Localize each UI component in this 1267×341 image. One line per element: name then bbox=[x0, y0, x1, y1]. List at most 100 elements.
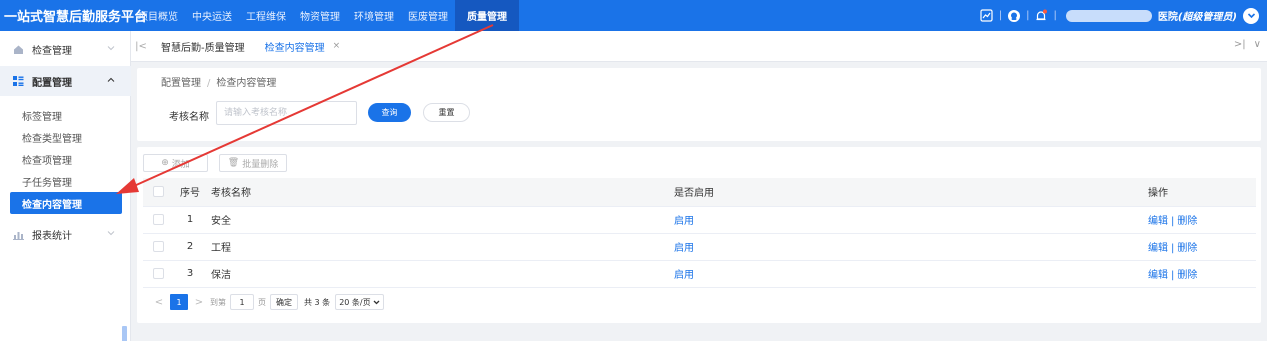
table-panel: ⊕ 添加 🗑 批量删除 序号 考核名称 是否启用 操作 1 安全 启用 编辑 | 删除 bbox=[137, 147, 1261, 323]
goto-prefix: 到第 bbox=[210, 297, 226, 307]
topnav-item-environment[interactable]: 环境管理 bbox=[347, 0, 401, 31]
add-label: 添加 bbox=[171, 159, 190, 170]
page-number-current[interactable]: 1 bbox=[170, 294, 188, 310]
edit-link[interactable]: 编辑 bbox=[1148, 243, 1168, 254]
table-header-row: 序号 考核名称 是否启用 操作 bbox=[143, 178, 1256, 207]
enabled-link[interactable]: 启用 bbox=[674, 216, 694, 227]
tab-quality-home[interactable]: 智慧后勤-质量管理 bbox=[151, 31, 255, 62]
pagination: < 1 > 到第 页 确定 共 3 条 20 条/页 bbox=[152, 294, 385, 310]
batch-delete-label: 批量删除 bbox=[242, 159, 279, 170]
tab-prev-icon[interactable]: |< bbox=[131, 41, 151, 52]
row-enabled-cell: 启用 bbox=[674, 233, 1148, 261]
user-name-redacted bbox=[1065, 9, 1152, 22]
user-org: 医院 bbox=[1157, 12, 1178, 23]
assessment-name-label: 考核名称 bbox=[169, 112, 209, 123]
query-button[interactable]: 查询 bbox=[368, 103, 411, 122]
table-row: 2 工程 启用 编辑 | 删除 bbox=[143, 233, 1256, 261]
topnav-item-quality[interactable]: 质量管理 bbox=[455, 0, 519, 31]
breadcrumb: 配置管理 / 检查内容管理 bbox=[161, 74, 276, 89]
delete-link[interactable]: 删除 bbox=[1177, 270, 1197, 281]
page-size-select[interactable]: 20 条/页 bbox=[335, 294, 385, 310]
breadcrumb-item-current: 检查内容管理 bbox=[216, 78, 277, 89]
chevron-down-icon bbox=[107, 46, 115, 51]
goto-confirm-button[interactable]: 确定 bbox=[270, 294, 298, 310]
bar-chart-icon bbox=[12, 228, 24, 240]
chart-icon[interactable] bbox=[980, 9, 994, 23]
enabled-link[interactable]: 启用 bbox=[674, 243, 694, 254]
edit-link[interactable]: 编辑 bbox=[1148, 270, 1168, 281]
add-button[interactable]: ⊕ 添加 bbox=[143, 154, 208, 172]
topnav-item-engineering[interactable]: 工程维保 bbox=[239, 0, 293, 31]
row-name: 安全 bbox=[205, 206, 674, 234]
prev-page-icon[interactable]: < bbox=[152, 297, 166, 308]
sidebar-item-subtasks[interactable]: 子任务管理 bbox=[0, 170, 131, 192]
user-name[interactable]: 医院(超级管理员) bbox=[1158, 8, 1237, 23]
row-actions: 编辑 | 删除 bbox=[1148, 206, 1256, 234]
row-actions: 编辑 | 删除 bbox=[1148, 260, 1256, 288]
delete-link[interactable]: 删除 bbox=[1177, 216, 1197, 227]
chevron-down-icon[interactable] bbox=[1243, 7, 1259, 24]
grid-icon bbox=[12, 75, 24, 87]
user-role: (超级管理员) bbox=[1177, 12, 1237, 23]
divider: | bbox=[1026, 10, 1030, 21]
top-right-tools: | | | 医院(超级管理员) bbox=[980, 0, 1267, 31]
headset-icon[interactable] bbox=[1007, 9, 1021, 23]
select-all-checkbox[interactable] bbox=[153, 186, 164, 198]
sidebar-scrollbar[interactable] bbox=[122, 326, 127, 341]
sidebar-group-label: 检查管理 bbox=[32, 45, 72, 57]
topnav-item-overview[interactable]: 项目概览 bbox=[131, 0, 185, 31]
bell-icon[interactable] bbox=[1034, 9, 1048, 23]
tabs-bar: |< 智慧后勤-质量管理 检查内容管理 × >| ∨ bbox=[131, 31, 1267, 62]
enabled-link[interactable]: 启用 bbox=[674, 270, 694, 281]
sidebar-group-inspection[interactable]: 检查管理 bbox=[0, 34, 131, 64]
row-enabled-cell: 启用 bbox=[674, 206, 1148, 234]
sidebar-item-tags[interactable]: 标签管理 bbox=[0, 104, 131, 126]
next-page-icon[interactable]: > bbox=[192, 297, 206, 308]
row-checkbox-cell bbox=[143, 233, 175, 261]
plus-circle-icon: ⊕ bbox=[161, 158, 169, 168]
page-size-value: 20 条/页 bbox=[339, 297, 371, 307]
reset-button[interactable]: 重置 bbox=[423, 103, 470, 122]
goto-page-input[interactable] bbox=[230, 294, 254, 310]
sidebar-item-inspection-items[interactable]: 检查项管理 bbox=[0, 148, 131, 170]
sidebar-group-config[interactable]: 配置管理 bbox=[0, 66, 131, 96]
sidebar-group-label: 报表统计 bbox=[32, 230, 72, 242]
divider: | bbox=[998, 10, 1003, 21]
header-enabled: 是否启用 bbox=[674, 178, 1148, 207]
row-actions: 编辑 | 删除 bbox=[1148, 233, 1256, 261]
home-icon bbox=[12, 43, 24, 55]
breadcrumb-separator: / bbox=[207, 78, 211, 89]
total-count: 共 3 条 bbox=[304, 297, 331, 307]
divider: | bbox=[1053, 10, 1057, 21]
assessment-name-input[interactable] bbox=[216, 101, 357, 125]
chevron-down-icon bbox=[373, 300, 380, 304]
batch-delete-button[interactable]: 🗑 批量删除 bbox=[219, 154, 287, 172]
actions-separator: | bbox=[1171, 270, 1175, 281]
row-checkbox[interactable] bbox=[153, 241, 164, 252]
sidebar-item-inspection-types[interactable]: 检查类型管理 bbox=[0, 126, 131, 148]
tab-label: 检查内容管理 bbox=[264, 42, 325, 54]
edit-link[interactable]: 编辑 bbox=[1148, 216, 1168, 227]
top-nav: 项目概览 中央运送 工程维保 物资管理 环境管理 医废管理 质量管理 bbox=[131, 0, 519, 31]
chevron-down-icon bbox=[107, 231, 115, 236]
topnav-item-transport[interactable]: 中央运送 bbox=[185, 0, 239, 31]
delete-link[interactable]: 删除 bbox=[1177, 243, 1197, 254]
row-index: 3 bbox=[175, 260, 205, 288]
row-name: 工程 bbox=[205, 233, 674, 261]
row-checkbox[interactable] bbox=[153, 268, 164, 279]
close-icon[interactable]: × bbox=[333, 41, 341, 51]
row-name: 保洁 bbox=[205, 260, 674, 288]
tab-expand-icon[interactable]: ∨ bbox=[1254, 39, 1261, 50]
topnav-item-materials[interactable]: 物资管理 bbox=[293, 0, 347, 31]
breadcrumb-item[interactable]: 配置管理 bbox=[161, 78, 201, 89]
tab-next-icon[interactable]: >| bbox=[1234, 39, 1246, 50]
sidebar-item-inspection-content[interactable]: 检查内容管理 bbox=[10, 192, 122, 214]
table-row: 1 安全 启用 编辑 | 删除 bbox=[143, 206, 1256, 234]
row-checkbox[interactable] bbox=[153, 214, 164, 225]
sidebar-group-reports[interactable]: 报表统计 bbox=[0, 219, 131, 249]
topnav-item-medical-waste[interactable]: 医废管理 bbox=[401, 0, 455, 31]
tab-inspection-content[interactable]: 检查内容管理 × bbox=[255, 31, 351, 62]
chevron-up-icon bbox=[107, 77, 115, 82]
table-row: 3 保洁 启用 编辑 | 删除 bbox=[143, 260, 1256, 288]
actions-separator: | bbox=[1171, 243, 1175, 254]
